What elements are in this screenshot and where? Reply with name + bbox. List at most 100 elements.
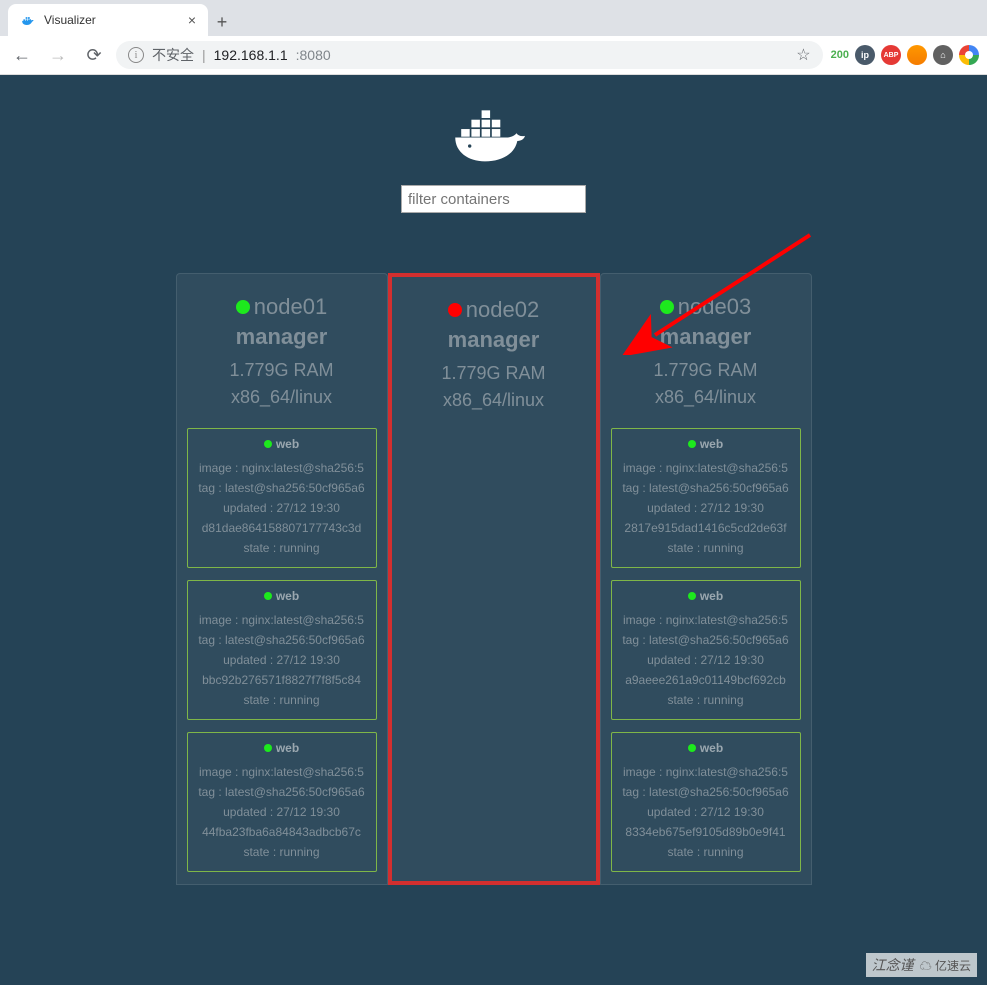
container-state: state : running: [616, 843, 796, 861]
url-host: 192.168.1.1: [214, 47, 288, 63]
container-updated: updated : 27/12 19:30: [192, 651, 372, 669]
tab-title: Visualizer: [44, 13, 96, 27]
container-image: image : nginx:latest@sha256:5: [616, 459, 796, 477]
orange-extension-icon[interactable]: [907, 45, 927, 65]
container-name: web: [688, 741, 723, 755]
status-code-badge[interactable]: 200: [831, 45, 849, 65]
node-ram: 1.779G RAM: [611, 360, 801, 381]
status-dot-icon: [448, 303, 462, 317]
container-card[interactable]: web image : nginx:latest@sha256:5 tag : la…: [187, 732, 377, 872]
container-state: state : running: [192, 691, 372, 709]
container-id: 44fba23fba6a84843adbcb67c: [192, 823, 372, 841]
extension-icons: 200 ip ABP ⌂: [831, 45, 979, 65]
filter-input[interactable]: [401, 185, 586, 213]
container-name: web: [264, 741, 299, 755]
browser-tab[interactable]: Visualizer ×: [8, 4, 208, 36]
container-card[interactable]: web image : nginx:latest@sha256:5 tag : la…: [187, 580, 377, 720]
status-dot-icon: [660, 300, 674, 314]
nodes-container: node01 manager 1.779G RAM x86_64/linux web i…: [0, 273, 987, 885]
node-role: manager: [187, 324, 377, 350]
gray-extension-icon[interactable]: ⌂: [933, 45, 953, 65]
container-tag: tag : latest@sha256:50cf965a6: [616, 479, 796, 497]
node-name: node01: [236, 294, 327, 320]
back-button[interactable]: ←: [8, 41, 36, 69]
container-image: image : nginx:latest@sha256:5: [192, 763, 372, 781]
container-id: 8334eb675ef9105d89b0e9f41: [616, 823, 796, 841]
close-tab-icon[interactable]: ×: [188, 12, 196, 28]
container-tag: tag : latest@sha256:50cf965a6: [192, 479, 372, 497]
container-updated: updated : 27/12 19:30: [616, 499, 796, 517]
ip-extension-icon[interactable]: ip: [855, 45, 875, 65]
new-tab-button[interactable]: +: [208, 8, 236, 36]
node-ram: 1.779G RAM: [187, 360, 377, 381]
address-bar: ← → ⟳ i 不安全 | 192.168.1.1:8080 ☆ 200 ip …: [0, 36, 987, 74]
node-header: node03 manager 1.779G RAM x86_64/linux: [601, 286, 811, 428]
node-card: node01 manager 1.779G RAM x86_64/linux web i…: [176, 273, 388, 885]
browser-chrome: Visualizer × + ← → ⟳ i 不安全 | 192.168.1.1…: [0, 0, 987, 75]
bookmark-icon[interactable]: ☆: [796, 45, 810, 65]
node-arch: x86_64/linux: [187, 387, 377, 408]
container-card[interactable]: web image : nginx:latest@sha256:5 tag : la…: [611, 732, 801, 872]
container-id: a9aeee261a9c01149bcf692cb: [616, 671, 796, 689]
node-card: node02 manager 1.779G RAM x86_64/linux: [388, 273, 600, 885]
url-port: :8080: [296, 47, 331, 63]
container-card[interactable]: web image : nginx:latest@sha256:5 tag : la…: [611, 428, 801, 568]
node-ram: 1.779G RAM: [402, 363, 586, 384]
container-tag: tag : latest@sha256:50cf965a6: [192, 783, 372, 801]
container-id: d81dae864158807177743c3d: [192, 519, 372, 537]
tab-bar: Visualizer × +: [0, 0, 987, 36]
container-tag: tag : latest@sha256:50cf965a6: [192, 631, 372, 649]
container-state: state : running: [192, 843, 372, 861]
node-role: manager: [402, 327, 586, 353]
container-state: state : running: [192, 539, 372, 557]
visualizer-page: node01 manager 1.779G RAM x86_64/linux web i…: [0, 75, 987, 985]
container-name: web: [264, 589, 299, 603]
adblock-extension-icon[interactable]: ABP: [881, 45, 901, 65]
container-image: image : nginx:latest@sha256:5: [616, 611, 796, 629]
container-image: image : nginx:latest@sha256:5: [192, 459, 372, 477]
node-card: node03 manager 1.779G RAM x86_64/linux web i…: [600, 273, 812, 885]
container-name: web: [688, 589, 723, 603]
node-role: manager: [611, 324, 801, 350]
running-dot-icon: [264, 440, 272, 448]
container-card[interactable]: web image : nginx:latest@sha256:5 tag : la…: [611, 580, 801, 720]
node-name: node02: [448, 297, 539, 323]
status-dot-icon: [236, 300, 250, 314]
forward-button[interactable]: →: [44, 41, 72, 69]
container-card[interactable]: web image : nginx:latest@sha256:5 tag : la…: [187, 428, 377, 568]
container-tag: tag : latest@sha256:50cf965a6: [616, 783, 796, 801]
node-header: node01 manager 1.779G RAM x86_64/linux: [177, 286, 387, 428]
insecure-label: 不安全: [152, 45, 194, 65]
container-state: state : running: [616, 539, 796, 557]
running-dot-icon: [688, 440, 696, 448]
node-header: node02 manager 1.779G RAM x86_64/linux: [392, 289, 596, 431]
url-field[interactable]: i 不安全 | 192.168.1.1:8080 ☆: [116, 41, 823, 69]
container-updated: updated : 27/12 19:30: [616, 651, 796, 669]
running-dot-icon: [264, 592, 272, 600]
container-image: image : nginx:latest@sha256:5: [616, 763, 796, 781]
container-state: state : running: [616, 691, 796, 709]
chrome-extension-icon[interactable]: [959, 45, 979, 65]
node-arch: x86_64/linux: [611, 387, 801, 408]
node-name: node03: [660, 294, 751, 320]
container-tag: tag : latest@sha256:50cf965a6: [616, 631, 796, 649]
container-image: image : nginx:latest@sha256:5: [192, 611, 372, 629]
container-name: web: [264, 437, 299, 451]
reload-button[interactable]: ⟳: [80, 41, 108, 69]
running-dot-icon: [264, 744, 272, 752]
container-updated: updated : 27/12 19:30: [192, 499, 372, 517]
watermark: 江念谨 ☁ 亿速云: [866, 953, 977, 977]
container-id: bbc92b276571f8827f7f8f5c84: [192, 671, 372, 689]
site-info-icon[interactable]: i: [128, 47, 144, 63]
node-arch: x86_64/linux: [402, 390, 586, 411]
containers-list: web image : nginx:latest@sha256:5 tag : la…: [601, 428, 811, 872]
running-dot-icon: [688, 744, 696, 752]
tab-favicon: [20, 12, 36, 28]
containers-list: web image : nginx:latest@sha256:5 tag : la…: [177, 428, 387, 872]
container-updated: updated : 27/12 19:30: [616, 803, 796, 821]
container-name: web: [688, 437, 723, 451]
docker-logo: [0, 105, 987, 165]
container-updated: updated : 27/12 19:30: [192, 803, 372, 821]
container-id: 2817e915dad1416c5cd2de63f: [616, 519, 796, 537]
running-dot-icon: [688, 592, 696, 600]
